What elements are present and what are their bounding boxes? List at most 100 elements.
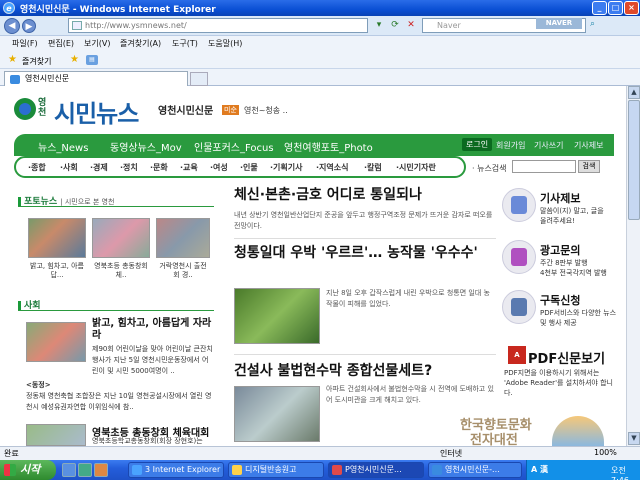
zoom-level[interactable]: 100% xyxy=(594,448,617,457)
photo-thumbnail[interactable] xyxy=(156,218,210,258)
category-column[interactable]: ·칼럼 xyxy=(364,162,382,173)
scroll-down-icon[interactable]: ▼ xyxy=(628,432,640,445)
divider xyxy=(234,354,496,355)
taskbar-item-ie[interactable]: 3 Internet Explorer xyxy=(128,462,224,478)
news-search-input[interactable] xyxy=(512,160,576,173)
search-icon[interactable]: ⌕ xyxy=(590,19,602,32)
taskbar-item-doc[interactable]: P영천시민신문... xyxy=(328,462,424,478)
society-photo[interactable] xyxy=(26,322,86,362)
logo-small-text: 영천 xyxy=(38,98,47,118)
stop-icon[interactable]: ✕ xyxy=(404,19,418,33)
section-bar-icon xyxy=(18,301,21,310)
naver-badge: NAVER xyxy=(536,18,582,29)
divider xyxy=(18,206,214,207)
site-slogan: 영천~청송 .. xyxy=(244,106,288,115)
maximize-button[interactable]: □ xyxy=(608,1,623,15)
tab-bar: 영천시민신문 xyxy=(0,69,640,86)
address-input[interactable]: http://www.ysmnews.net/ xyxy=(68,18,368,33)
ie-icon xyxy=(132,465,142,475)
category-people[interactable]: ·인물 xyxy=(240,162,258,173)
category-local[interactable]: ·지역소식 xyxy=(316,162,348,173)
category-politics[interactable]: ·정치 xyxy=(120,162,138,173)
vertical-scrollbar[interactable]: ▲ ▼ xyxy=(626,86,640,446)
menu-favorites[interactable]: 즐겨찾기(A) xyxy=(120,38,161,49)
login-button[interactable]: 로그인 xyxy=(462,138,493,151)
scroll-up-icon[interactable]: ▲ xyxy=(628,86,640,99)
feed-icon[interactable]: ▤ xyxy=(86,55,98,65)
tab-ysmnews[interactable]: 영천시민신문 xyxy=(4,71,188,86)
add-favorite-icon[interactable]: ★ xyxy=(70,54,79,65)
quicklaunch-icon[interactable] xyxy=(78,463,92,477)
back-button[interactable]: ◀ xyxy=(4,18,20,34)
forward-button[interactable]: ▶ xyxy=(22,19,36,33)
photo-thumbnail[interactable] xyxy=(28,218,86,258)
menu-tools[interactable]: 도구(T) xyxy=(172,38,198,49)
write-article-link[interactable]: 기사쓰기 xyxy=(534,140,563,151)
ime-indicator[interactable]: A 漢 xyxy=(531,464,548,475)
minimize-button[interactable]: _ xyxy=(592,1,607,15)
category-features[interactable]: ·기획기사 xyxy=(270,162,302,173)
security-zone: 인터넷 xyxy=(440,449,463,458)
taskbar-item-hwp[interactable]: 영천시민신문-... xyxy=(428,462,522,478)
nav-news[interactable]: 뉴스_News xyxy=(38,139,88,154)
photo-caption[interactable]: 밝고, 힘차고, 아름답... xyxy=(28,262,86,280)
quicklaunch-icon[interactable] xyxy=(62,463,76,477)
photo-caption[interactable]: 거락영천시 출전 회 경.. xyxy=(156,262,210,280)
divider xyxy=(234,238,496,239)
category-society[interactable]: ·사회 xyxy=(60,162,78,173)
category-culture[interactable]: ·문화 xyxy=(150,162,168,173)
logo-subtitle: 영천시민신문 xyxy=(158,106,214,117)
society-text2[interactable]: 정동채 영천축협 조합장은 지난 10일 영천공설시장에서 열린 영천시 예성유… xyxy=(26,391,216,413)
category-citizen-reporter[interactable]: ·시민기자란 xyxy=(396,162,436,173)
subscribe-title[interactable]: 구독신청 xyxy=(540,292,580,308)
report-title[interactable]: 기사제보 xyxy=(540,190,580,206)
menu-help[interactable]: 도움말(H) xyxy=(208,38,242,49)
pdf-icon[interactable]: A xyxy=(508,346,526,364)
favorites-star-icon[interactable]: ★ xyxy=(8,54,17,65)
newspaper-icon[interactable] xyxy=(502,290,536,324)
ad-title[interactable]: 광고문의 xyxy=(540,242,580,258)
nav-focus[interactable]: 인물포커스_Focus xyxy=(194,139,274,154)
taskbar-item-folder[interactable]: 디지털반송원고 xyxy=(228,462,324,478)
society-headline[interactable]: 밝고, 힘차고, 아름답게 자라라 xyxy=(92,318,214,342)
article-photo[interactable] xyxy=(234,386,320,442)
pen-icon[interactable] xyxy=(502,188,536,222)
scroll-thumb[interactable] xyxy=(628,100,640,220)
pdf-title[interactable]: PDF신문보기 xyxy=(528,348,605,367)
refresh-icon[interactable]: ⟳ xyxy=(388,19,402,33)
menu-view[interactable]: 보기(V) xyxy=(84,38,110,49)
web-page: 영천 시민뉴스 영천시민신문 미순 영천~청송 .. 뉴스_News 동영상뉴스… xyxy=(0,86,626,446)
site-logo[interactable]: 시민뉴스 xyxy=(54,94,139,129)
status-bar: 완료 인터넷 100% xyxy=(0,446,640,460)
favorites-button[interactable]: 즐겨찾기 xyxy=(22,56,51,67)
photo-caption[interactable]: 영북초등 총동창회 체.. xyxy=(92,262,150,280)
nav-video-news[interactable]: 동영상뉴스_Mov xyxy=(110,139,182,154)
close-button[interactable]: × xyxy=(624,1,639,15)
clock[interactable]: 오전 7:46 xyxy=(611,465,640,485)
article-headline[interactable]: 건설사 불법현수막 종합선물세트? xyxy=(234,362,496,381)
subscribe-text: PDF서비스와 다양한 뉴스 및 행사 제공 xyxy=(540,309,617,327)
main-nav: 뉴스_News 동영상뉴스_Mov 인물포커스_Focus 영천여행포토_Pho… xyxy=(14,134,614,156)
article-headline[interactable]: 청통일대 우박 '우르르'… 농작물 '우수수' xyxy=(234,244,496,263)
nav-travel-photo[interactable]: 영천여행포토_Photo xyxy=(284,139,373,154)
photo-thumbnail[interactable] xyxy=(92,218,150,258)
article-headline[interactable]: 체신·본촌·금호 어디로 통일되나 xyxy=(234,186,496,205)
menu-edit[interactable]: 편집(E) xyxy=(48,38,74,49)
category-economy[interactable]: ·경제 xyxy=(90,162,108,173)
page-icon xyxy=(72,21,82,30)
article-photo[interactable] xyxy=(234,288,320,344)
report-link[interactable]: 기사제보 xyxy=(574,140,603,151)
menu-file[interactable]: 파일(F) xyxy=(12,38,38,49)
signup-link[interactable]: 회원가입 xyxy=(496,140,525,151)
society-photo[interactable] xyxy=(26,424,86,446)
megaphone-icon[interactable] xyxy=(502,240,536,274)
category-education[interactable]: ·교육 xyxy=(180,162,198,173)
category-general[interactable]: ·종합 xyxy=(28,162,46,173)
report-text: 말씀이(지) 말고, 글을 올려주세요! xyxy=(540,207,604,225)
go-icon[interactable]: ▾ xyxy=(372,19,386,33)
quicklaunch-icon[interactable] xyxy=(94,463,108,477)
news-search-button[interactable]: 검색 xyxy=(578,160,600,173)
new-tab-button[interactable] xyxy=(190,72,208,86)
start-button[interactable]: 시작 xyxy=(0,460,56,480)
category-women[interactable]: ·여성 xyxy=(210,162,228,173)
